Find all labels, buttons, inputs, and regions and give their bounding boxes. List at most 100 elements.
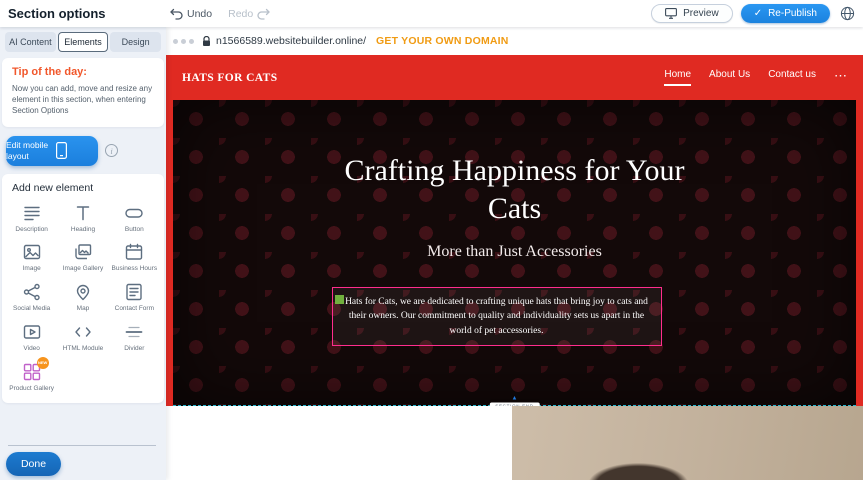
hero-paragraph: Hats for Cats, we are dedicated to craft… [343, 295, 651, 338]
element-item-contact-form[interactable]: Contact Form [110, 282, 159, 313]
next-section-area [166, 406, 863, 480]
element-item-social-media[interactable]: Social Media [7, 282, 56, 313]
redo-icon [257, 8, 270, 20]
globe-icon [840, 6, 855, 21]
republish-button[interactable]: ✓ Re-Publish [741, 4, 830, 23]
tip-of-the-day-card: Tip of the day: Now you can add, move an… [2, 58, 164, 127]
element-item-product-gallery[interactable]: NEW Product Gallery [7, 362, 56, 393]
topbar: Section options Undo Redo Preview ✓ Re-P… [0, 0, 863, 27]
history-controls: Undo Redo [170, 0, 270, 27]
element-item-business-hours[interactable]: Business Hours [110, 242, 159, 273]
image-gallery-icon [73, 242, 93, 262]
section-options-panel: AI Content Elements Design Tip of the da… [0, 27, 166, 480]
preview-label: Preview [683, 8, 719, 19]
next-section-image[interactable] [512, 406, 863, 480]
divider-icon [124, 322, 144, 342]
sidebar-divider [8, 445, 156, 446]
undo-icon [170, 8, 183, 20]
redo-button[interactable]: Redo [228, 8, 270, 20]
element-label: Heading [71, 226, 95, 234]
element-item-map[interactable]: Map [58, 282, 107, 313]
grid-icon: NEW [22, 362, 42, 382]
site-logo[interactable]: HATS FOR CATS [182, 72, 278, 84]
redo-label: Redo [228, 8, 253, 20]
nav-about-us[interactable]: About Us [709, 69, 750, 86]
site-header: HATS FOR CATS Home About Us Contact us ⋯ [166, 55, 863, 100]
hero-heading[interactable]: Crafting Happiness for Your Cats [335, 152, 695, 227]
element-label: Product Gallery [9, 385, 54, 393]
text-lines-icon [22, 203, 42, 223]
element-label: Divider [124, 345, 144, 353]
tab-design[interactable]: Design [110, 32, 161, 52]
site-url[interactable]: n1566589.websitebuilder.online/ [216, 35, 366, 47]
edit-mobile-layout-button[interactable]: Edit mobile layout [6, 136, 98, 166]
calendar-icon [124, 242, 144, 262]
tab-elements[interactable]: Elements [58, 32, 109, 52]
element-item-heading[interactable]: Heading [58, 203, 107, 234]
edit-mobile-layout-label: Edit mobile layout [6, 140, 49, 161]
language-globe-button[interactable] [840, 6, 855, 21]
undo-button[interactable]: Undo [170, 8, 212, 20]
heading-icon [73, 203, 93, 223]
element-label: Social Media [13, 305, 50, 313]
preview-button[interactable]: Preview [651, 4, 733, 23]
element-label: HTML Module [63, 345, 104, 353]
element-item-divider[interactable]: Divider [110, 322, 159, 353]
form-icon [124, 282, 144, 302]
element-item-image-gallery[interactable]: Image Gallery [58, 242, 107, 273]
section-resize-handle[interactable]: ▲ SECTION END ▼ [489, 396, 539, 407]
topbar-actions: Preview ✓ Re-Publish [651, 0, 855, 27]
tip-body: Now you can add, move and resize any ele… [12, 83, 154, 117]
get-own-domain-link[interactable]: GET YOUR OWN DOMAIN [376, 35, 509, 47]
hero-section[interactable]: Crafting Happiness for Your Cats More th… [173, 100, 856, 406]
element-label: Description [15, 226, 48, 234]
element-label: Business Hours [112, 265, 158, 273]
element-label: Map [77, 305, 90, 313]
window-dot [181, 39, 186, 44]
hero-subheading[interactable]: More than Just Accessories [427, 243, 602, 261]
element-item-html-module[interactable]: HTML Module [58, 322, 107, 353]
tip-title: Tip of the day: [12, 66, 154, 78]
element-label: Contact Form [115, 305, 154, 313]
arrow-up-icon: ▲ [512, 396, 518, 402]
check-icon: ✓ [754, 9, 762, 19]
monitor-icon [665, 8, 677, 19]
element-label: Image Gallery [63, 265, 103, 273]
lock-icon [202, 36, 211, 47]
nav-contact-us[interactable]: Contact us [768, 69, 816, 86]
nav-home[interactable]: Home [664, 69, 691, 86]
element-item-button[interactable]: Button [110, 203, 159, 234]
site-nav: Home About Us Contact us ⋯ [664, 69, 847, 86]
website-canvas: HATS FOR CATS Home About Us Contact us ⋯… [166, 55, 863, 406]
element-item-video[interactable]: Video [7, 322, 56, 353]
info-icon[interactable]: i [105, 144, 118, 157]
element-grid: Description Heading Button Image [7, 203, 159, 393]
tab-ai-content[interactable]: AI Content [5, 32, 56, 52]
window-dot [189, 39, 194, 44]
window-dot [173, 39, 178, 44]
republish-label: Re-Publish [768, 8, 817, 19]
add-element-title: Add new element [12, 182, 159, 194]
page-title: Section options [8, 6, 106, 21]
code-icon [73, 322, 93, 342]
done-button[interactable]: Done [6, 452, 61, 476]
element-item-image[interactable]: Image [7, 242, 56, 273]
panel-tabs: AI Content Elements Design [5, 32, 161, 52]
hero-paragraph-box[interactable]: Hats for Cats, we are dedicated to craft… [332, 287, 662, 346]
new-badge: NEW [37, 357, 49, 369]
phone-icon [56, 142, 99, 159]
button-icon [124, 203, 144, 223]
browser-bar: n1566589.websitebuilder.online/ GET YOUR… [166, 27, 863, 55]
element-label: Video [23, 345, 40, 353]
mobile-layout-row: Edit mobile layout i [6, 136, 160, 166]
element-drag-handle[interactable] [335, 295, 344, 304]
element-item-description[interactable]: Description [7, 203, 56, 234]
map-pin-icon [73, 282, 93, 302]
undo-label: Undo [187, 8, 212, 20]
share-icon [22, 282, 42, 302]
nav-more-icon[interactable]: ⋯ [834, 76, 847, 79]
add-new-element-card: Add new element Description Heading Butt… [2, 174, 164, 403]
video-icon [22, 322, 42, 342]
window-dots [173, 39, 194, 44]
element-label: Button [125, 226, 144, 234]
